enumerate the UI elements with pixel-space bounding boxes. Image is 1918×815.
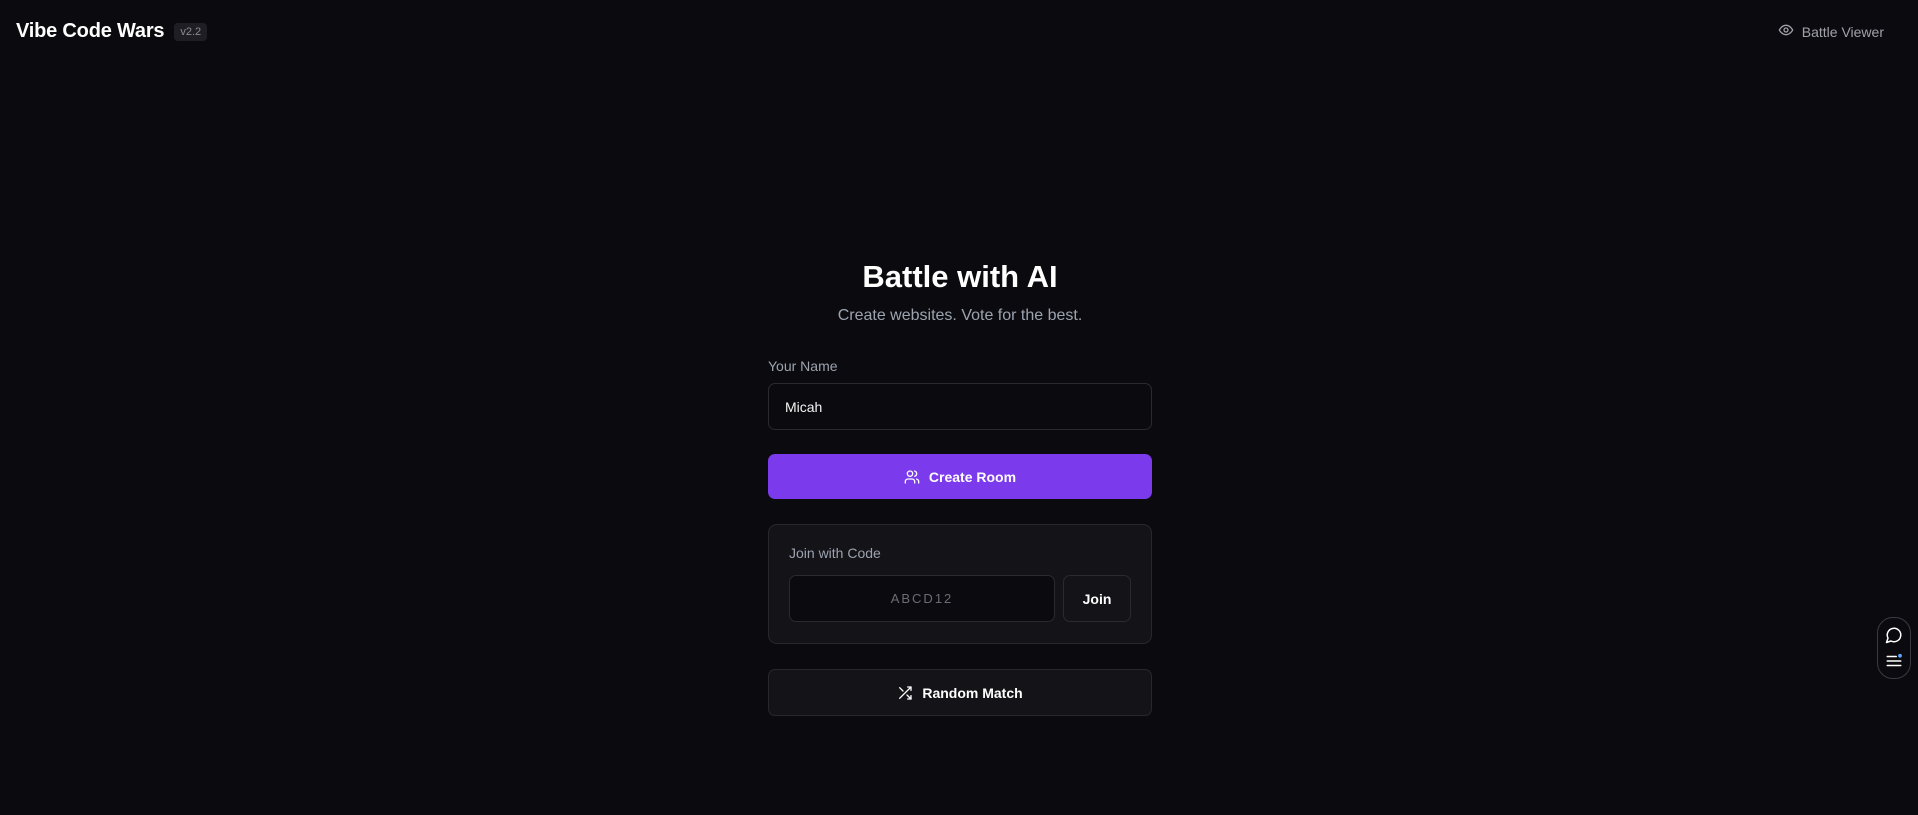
battle-viewer-link[interactable]: Battle Viewer — [1778, 22, 1884, 41]
users-icon — [904, 469, 920, 485]
join-button[interactable]: Join — [1063, 575, 1131, 622]
eye-icon — [1778, 22, 1794, 41]
page-title: Battle with AI — [862, 259, 1058, 294]
name-field-label: Your Name — [768, 358, 838, 374]
main-panel: Battle with AI Create websites. Vote for… — [768, 255, 1152, 716]
brand: Vibe Code Wars v2.2 — [16, 20, 208, 43]
join-row: Join — [789, 575, 1131, 622]
floating-side-widget — [1877, 617, 1911, 679]
join-code-label: Join with Code — [789, 545, 881, 561]
random-match-label: Random Match — [922, 684, 1023, 701]
app-title: Vibe Code Wars — [16, 20, 165, 42]
room-code-input[interactable] — [789, 575, 1055, 622]
join-with-code-card: Join with Code Join — [768, 524, 1152, 644]
create-room-label: Create Room — [928, 468, 1017, 485]
version-badge: v2.2 — [174, 22, 208, 41]
menu-list-icon[interactable] — [1885, 652, 1903, 670]
shuffle-icon — [897, 685, 913, 701]
battle-viewer-label: Battle Viewer — [1801, 23, 1884, 40]
create-room-button[interactable]: Create Room — [768, 454, 1152, 499]
chat-bubble-icon[interactable] — [1885, 626, 1903, 644]
random-match-button[interactable]: Random Match — [768, 669, 1152, 716]
page-subtitle: Create websites. Vote for the best. — [837, 307, 1083, 324]
name-input[interactable] — [768, 383, 1152, 430]
top-bar: Vibe Code Wars v2.2 Battle Viewer — [0, 0, 1918, 64]
